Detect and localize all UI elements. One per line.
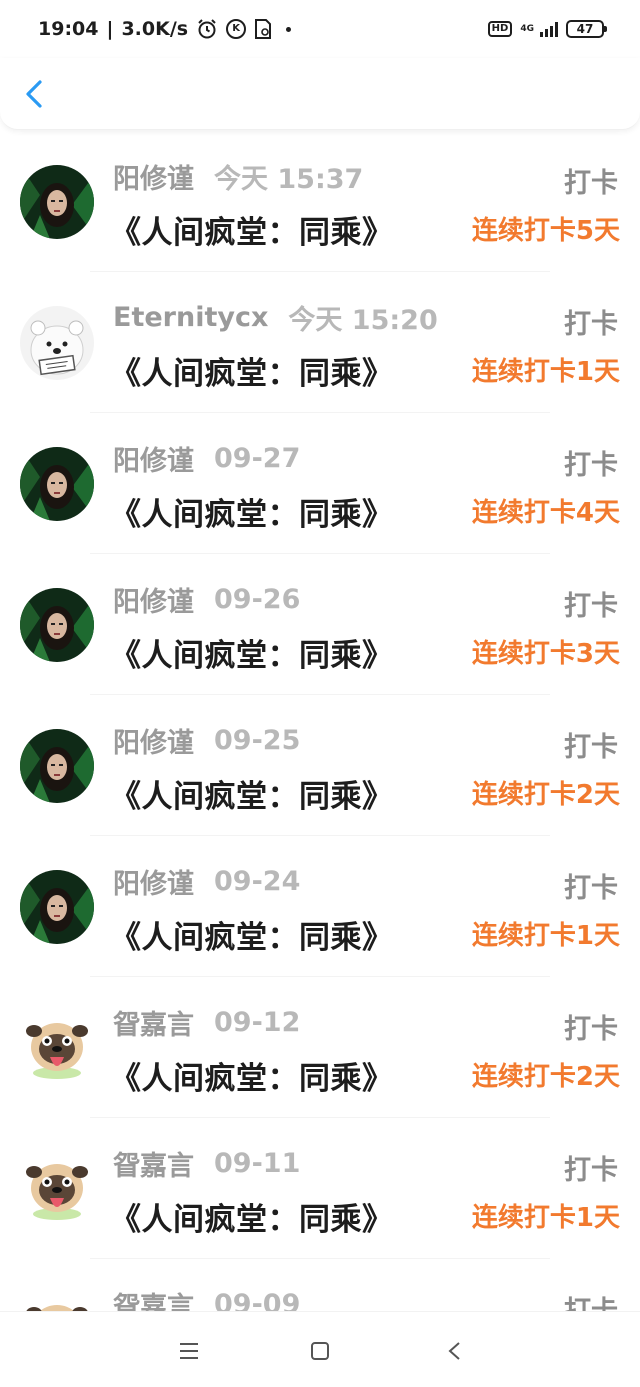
name-line: 阳修谨 09-27 [113,439,301,478]
name-line: 阳修谨 09-26 [113,580,301,619]
user-name[interactable]: 眢嘉言 [113,1003,194,1042]
entry-type: 打卡 [564,1289,618,1311]
avatar[interactable] [20,870,94,944]
back-button[interactable] [20,76,50,112]
hd-icon: HD [487,21,513,37]
signal-icon [540,21,558,37]
user-name[interactable]: 阳修谨 [113,580,194,619]
triangle-back-icon [448,1342,460,1360]
battery-icon: 47 [566,20,607,38]
streak-badge: 连续打卡1天 [471,1203,620,1233]
status-right: HD 4G 47 [487,20,607,38]
avatar[interactable] [20,306,94,380]
user-name[interactable]: 阳修谨 [113,721,194,760]
book-title[interactable]: 《人间疯堂：同乘》 [110,1194,394,1239]
book-title[interactable]: 《人间疯堂：同乘》 [110,348,394,393]
book-title[interactable]: 《人间疯堂：同乘》 [110,630,394,675]
avatar[interactable] [20,447,94,521]
entry-type: 打卡 [564,450,618,481]
menu-icon [180,1343,198,1359]
status-separator: | [106,18,114,40]
list-item[interactable]: 眢嘉言 09-12 打卡《人间疯堂：同乘》 连续打卡2天 [0,977,640,1118]
timestamp: 今天 15:37 [214,163,364,195]
avatar[interactable] [20,729,94,803]
book-title[interactable]: 《人间疯堂：同乘》 [110,771,394,816]
name-line: 阳修谨 09-25 [113,721,301,760]
status-left: 19:04 | 3.0K/s K [38,18,292,40]
streak-badge: 连续打卡5天 [471,216,620,246]
navigation-bar [0,1311,640,1387]
battery-level: 47 [576,22,594,36]
avatar[interactable] [20,1293,94,1311]
home-button[interactable] [305,1336,335,1366]
timestamp: 09-24 [214,865,301,897]
timestamp: 09-11 [214,1147,301,1179]
sim-icon [254,18,272,40]
timestamp: 09-12 [214,1006,301,1038]
network-type-label: 4G [520,23,534,34]
name-line: 眢嘉言 09-09 [113,1285,301,1312]
status-bar: 19:04 | 3.0K/s K HD 4G 47 [0,0,640,58]
entry-type: 打卡 [564,732,618,763]
book-title[interactable]: 《人间疯堂：同乘》 [110,912,394,957]
list-item[interactable]: 阳修谨 09-26 打卡《人间疯堂：同乘》 连续打卡3天 [0,554,640,695]
timestamp: 今天 15:20 [288,304,438,336]
name-line: 阳修谨 09-24 [113,862,301,901]
notification-dot-icon [286,26,292,32]
alarm-icon [196,18,218,40]
list-item[interactable]: 阳修谨 09-24 打卡《人间疯堂：同乘》 连续打卡1天 [0,836,640,977]
avatar[interactable] [20,1011,94,1085]
streak-badge: 连续打卡1天 [471,357,620,387]
user-name[interactable]: 眢嘉言 [113,1285,194,1312]
status-net-speed: 3.0K/s [121,18,189,40]
user-name[interactable]: 眢嘉言 [113,1144,194,1183]
entry-type: 打卡 [564,873,618,904]
square-icon [311,1342,329,1360]
streak-badge: 连续打卡1天 [471,921,620,951]
streak-badge: 连续打卡3天 [471,639,620,669]
streak-badge: 连续打卡4天 [471,498,620,528]
timestamp: 09-25 [214,724,301,756]
status-time: 19:04 [38,18,99,40]
book-title[interactable]: 《人间疯堂：同乘》 [110,1053,394,1098]
chevron-left-icon [26,80,42,108]
nav-back-button[interactable] [440,1336,470,1366]
entry-type: 打卡 [564,1014,618,1045]
name-line: 眢嘉言 09-11 [113,1144,301,1183]
book-title[interactable]: 《人间疯堂：同乘》 [110,489,394,534]
avatar[interactable] [20,1152,94,1226]
user-name[interactable]: 阳修谨 [113,862,194,901]
user-name[interactable]: 阳修谨 [113,439,194,478]
list-item[interactable]: 眢嘉言 09-11 打卡《人间疯堂：同乘》 连续打卡1天 [0,1118,640,1259]
book-title[interactable]: 《人间疯堂：同乘》 [110,207,394,252]
list-item[interactable]: 阳修谨 09-25 打卡《人间疯堂：同乘》 连续打卡2天 [0,695,640,836]
list-item[interactable]: 眢嘉言 09-09 打卡 [0,1259,640,1311]
entry-type: 打卡 [564,168,618,199]
name-line: Eternitycx 今天 15:20 [113,300,438,336]
timestamp: 09-26 [214,583,301,615]
list-item[interactable]: 阳修谨 今天 15:37 打卡《人间疯堂：同乘》 连续打卡5天 [0,131,640,272]
screen: 19:04 | 3.0K/s K HD 4G 47 阳修谨 今天 15:37 打… [0,0,640,1387]
user-name[interactable]: 阳修谨 [113,157,194,196]
user-name[interactable]: Eternitycx [113,302,268,333]
avatar[interactable] [20,165,94,239]
streak-badge: 连续打卡2天 [471,780,620,810]
avatar[interactable] [20,588,94,662]
header [0,58,640,130]
name-line: 阳修谨 今天 15:37 [113,157,364,196]
k-badge-icon: K [226,19,247,39]
timestamp: 09-09 [214,1288,301,1312]
menu-button[interactable] [174,1336,204,1366]
timestamp: 09-27 [214,442,301,474]
list-item[interactable]: 阳修谨 09-27 打卡《人间疯堂：同乘》 连续打卡4天 [0,413,640,554]
network-type: 4G [520,23,534,34]
checkin-list: 阳修谨 今天 15:37 打卡 《人间疯堂：同乘》 连续打卡5天 Eternitycx 今天… [0,131,640,1311]
name-line: 眢嘉言 09-12 [113,1003,301,1042]
entry-type: 打卡 [564,309,618,340]
entry-type: 打卡 [564,1155,618,1186]
list-item[interactable]: Eternitycx 今天 15:20 打卡《人间疯堂：同乘》 连续打卡1天 [0,272,640,413]
entry-type: 打卡 [564,591,618,622]
streak-badge: 连续打卡2天 [471,1062,620,1092]
